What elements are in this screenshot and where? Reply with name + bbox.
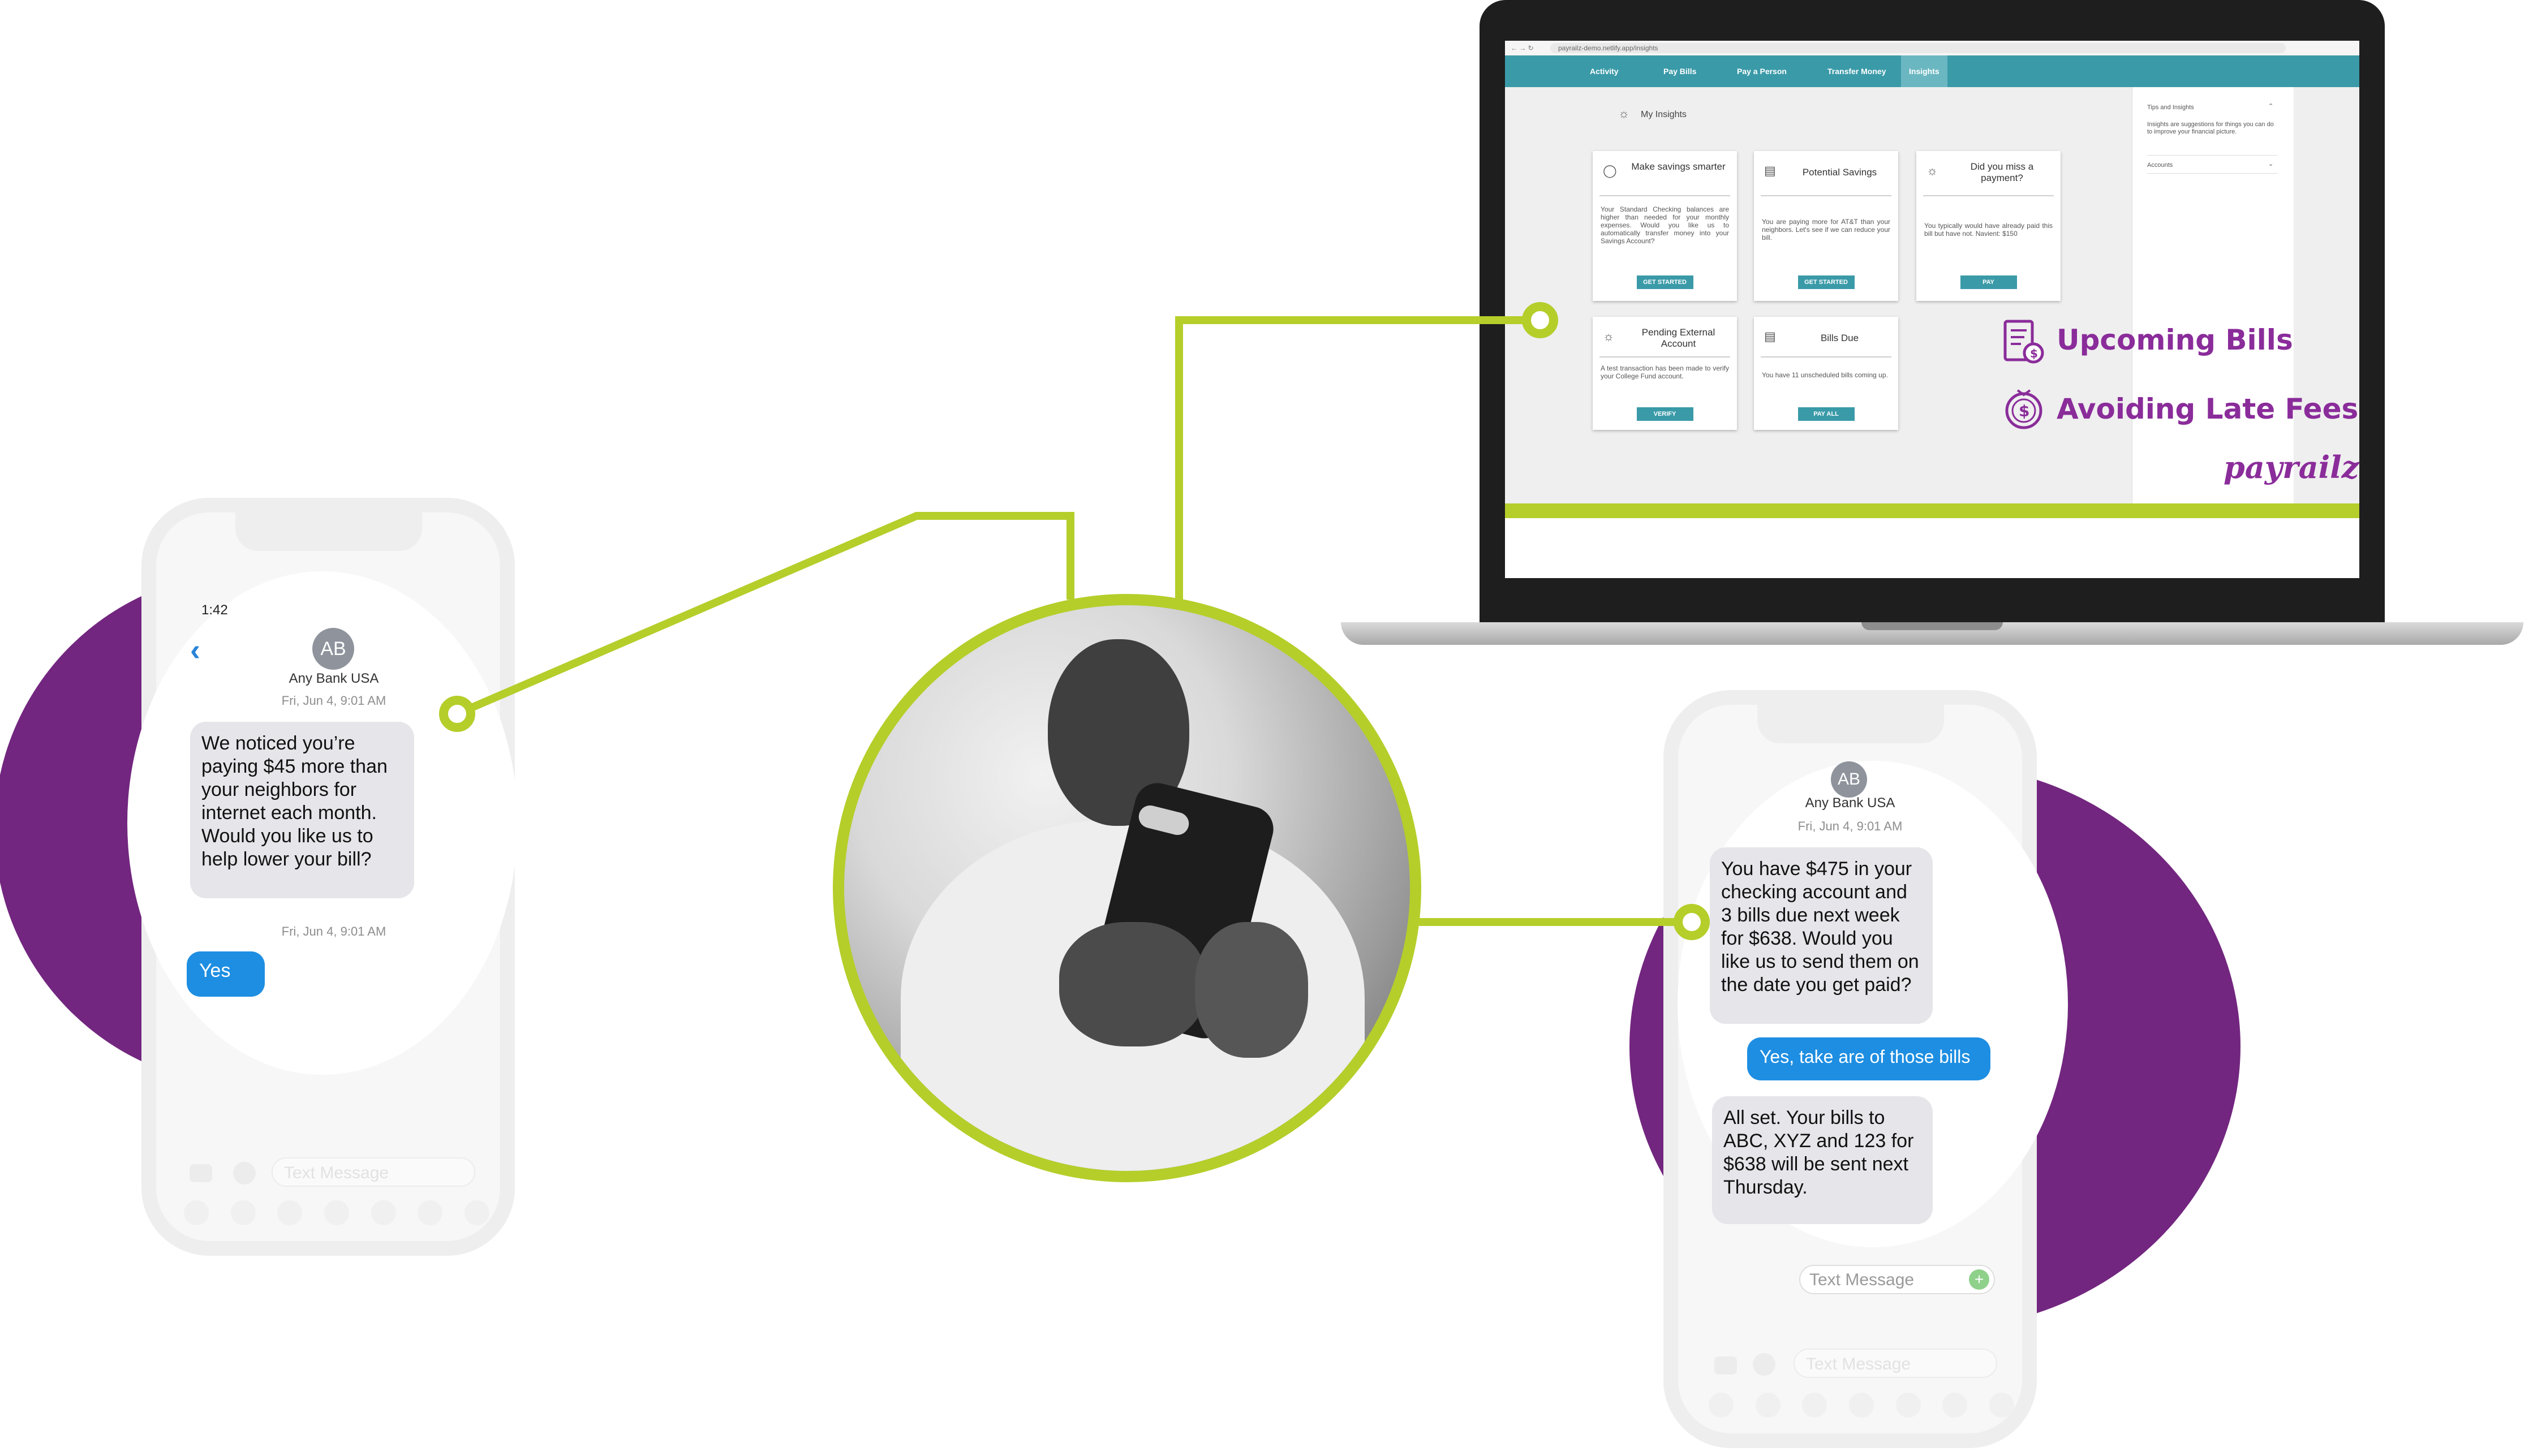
connector-node-right bbox=[1674, 904, 1710, 940]
connector-node-left bbox=[439, 696, 475, 732]
connector-lines bbox=[439, 302, 1710, 940]
connector-node-laptop bbox=[1522, 302, 1558, 338]
connector-left bbox=[455, 512, 1074, 718]
connector-laptop bbox=[1175, 316, 1540, 600]
